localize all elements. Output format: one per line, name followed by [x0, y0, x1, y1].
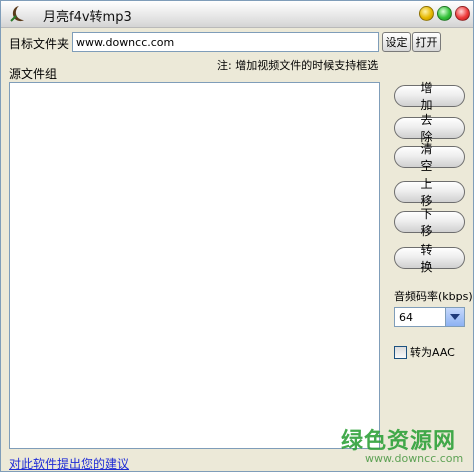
convert-button[interactable]: 转 换 — [394, 243, 465, 274]
source-files-label: 源文件组 — [9, 67, 58, 81]
source-file-list[interactable] — [9, 82, 380, 449]
open-folder-button[interactable]: 打开 — [412, 32, 441, 52]
window-title: 月亮f4v转mp3 — [43, 10, 132, 25]
remove-button[interactable]: 去 除 — [394, 113, 465, 144]
bitrate-value: 64 — [399, 311, 413, 324]
clear-button[interactable]: 清 空 — [394, 142, 465, 173]
maximize-button[interactable] — [437, 6, 452, 21]
bitrate-select[interactable]: 64 — [394, 307, 465, 327]
hint-note: 注: 增加视频文件的时候支持框选 — [217, 59, 379, 72]
moon-app-icon — [10, 6, 24, 22]
bitrate-label: 音频码率(kbps) — [394, 290, 473, 303]
watermark-logo: 绿色资源网 www.downcc.com — [341, 423, 469, 469]
move-up-button[interactable]: 上 移 — [394, 177, 465, 208]
watermark-text: 绿色资源网 — [341, 429, 457, 454]
target-folder-label: 目标文件夹 — [9, 37, 70, 51]
move-down-button[interactable]: 下 移 — [394, 207, 465, 238]
aac-checkbox-label: 转为AAC — [410, 346, 455, 359]
app-window: 月亮f4v转mp3 目标文件夹 设定 打开 注: 增加视频文件的时候支持框选 源… — [0, 0, 474, 472]
title-bar[interactable]: 月亮f4v转mp3 — [1, 1, 473, 28]
set-folder-button[interactable]: 设定 — [382, 32, 411, 52]
watermark-url: www.downcc.com — [365, 452, 464, 465]
add-button[interactable]: 增 加 — [394, 81, 465, 112]
aac-option[interactable]: 转为AAC — [394, 344, 455, 360]
minimize-button[interactable] — [419, 6, 434, 21]
aac-checkbox[interactable] — [394, 345, 407, 359]
feedback-link[interactable]: 对此软件提出您的建议 — [9, 455, 129, 472]
target-folder-input[interactable] — [72, 32, 379, 52]
chevron-down-icon[interactable] — [445, 308, 464, 326]
close-button[interactable] — [455, 6, 470, 21]
